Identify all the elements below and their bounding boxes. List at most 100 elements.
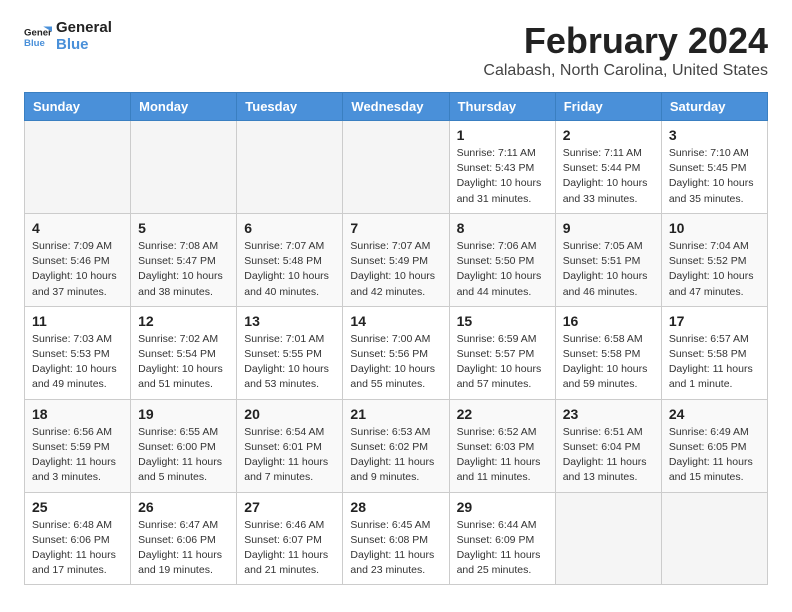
col-header-wednesday: Wednesday: [343, 93, 449, 121]
day-number: 5: [138, 220, 229, 236]
logo-general: General: [56, 20, 112, 37]
logo-blue: Blue: [56, 37, 112, 54]
day-number: 27: [244, 499, 335, 515]
day-info: Sunrise: 6:54 AM Sunset: 6:01 PM Dayligh…: [244, 425, 335, 486]
calendar-cell: 1 Sunrise: 7:11 AM Sunset: 5:43 PM Daylig…: [449, 121, 555, 214]
day-info: Sunrise: 6:57 AM Sunset: 5:58 PM Dayligh…: [669, 332, 760, 393]
day-number: 25: [32, 499, 123, 515]
day-number: 7: [350, 220, 441, 236]
col-header-thursday: Thursday: [449, 93, 555, 121]
day-info: Sunrise: 7:11 AM Sunset: 5:43 PM Dayligh…: [457, 146, 548, 207]
day-info: Sunrise: 6:53 AM Sunset: 6:02 PM Dayligh…: [350, 425, 441, 486]
logo-icon: General Blue: [24, 23, 52, 51]
calendar-cell: [555, 492, 661, 585]
day-info: Sunrise: 7:10 AM Sunset: 5:45 PM Dayligh…: [669, 146, 760, 207]
day-info: Sunrise: 6:51 AM Sunset: 6:04 PM Dayligh…: [563, 425, 654, 486]
day-info: Sunrise: 6:58 AM Sunset: 5:58 PM Dayligh…: [563, 332, 654, 393]
svg-text:Blue: Blue: [24, 37, 45, 48]
calendar-cell: [343, 121, 449, 214]
calendar-cell: 25 Sunrise: 6:48 AM Sunset: 6:06 PM Dayli…: [25, 492, 131, 585]
col-header-monday: Monday: [131, 93, 237, 121]
day-info: Sunrise: 7:02 AM Sunset: 5:54 PM Dayligh…: [138, 332, 229, 393]
calendar-cell: 14 Sunrise: 7:00 AM Sunset: 5:56 PM Dayli…: [343, 306, 449, 399]
day-info: Sunrise: 6:47 AM Sunset: 6:06 PM Dayligh…: [138, 518, 229, 579]
month-title: February 2024: [483, 20, 768, 62]
calendar-cell: 10Sunrise: 7:04 AM Sunset: 5:52 PM Dayli…: [661, 213, 767, 306]
calendar-cell: 27 Sunrise: 6:46 AM Sunset: 6:07 PM Dayli…: [237, 492, 343, 585]
calendar-cell: 12Sunrise: 7:02 AM Sunset: 5:54 PM Dayli…: [131, 306, 237, 399]
calendar-cell: 16 Sunrise: 6:58 AM Sunset: 5:58 PM Dayli…: [555, 306, 661, 399]
calendar-cell: [131, 121, 237, 214]
calendar-cell: 3Sunrise: 7:10 AM Sunset: 5:45 PM Daylig…: [661, 121, 767, 214]
calendar-cell: 7 Sunrise: 7:07 AM Sunset: 5:49 PM Daylig…: [343, 213, 449, 306]
day-number: 11: [32, 313, 123, 329]
day-info: Sunrise: 6:45 AM Sunset: 6:08 PM Dayligh…: [350, 518, 441, 579]
day-info: Sunrise: 6:48 AM Sunset: 6:06 PM Dayligh…: [32, 518, 123, 579]
calendar-cell: [237, 121, 343, 214]
day-info: Sunrise: 7:07 AM Sunset: 5:48 PM Dayligh…: [244, 239, 335, 300]
calendar-cell: [25, 121, 131, 214]
calendar-table: SundayMondayTuesdayWednesdayThursdayFrid…: [24, 92, 768, 585]
day-number: 2: [563, 127, 654, 143]
calendar-cell: 18Sunrise: 6:56 AM Sunset: 5:59 PM Dayli…: [25, 399, 131, 492]
col-header-saturday: Saturday: [661, 93, 767, 121]
calendar-cell: 28 Sunrise: 6:45 AM Sunset: 6:08 PM Dayli…: [343, 492, 449, 585]
calendar-cell: 26 Sunrise: 6:47 AM Sunset: 6:06 PM Dayli…: [131, 492, 237, 585]
calendar-cell: 6Sunrise: 7:07 AM Sunset: 5:48 PM Daylig…: [237, 213, 343, 306]
day-number: 23: [563, 406, 654, 422]
calendar-week-row: 11 Sunrise: 7:03 AM Sunset: 5:53 PM Dayli…: [25, 306, 768, 399]
logo: General Blue General Blue: [24, 20, 112, 53]
day-info: Sunrise: 6:59 AM Sunset: 5:57 PM Dayligh…: [457, 332, 548, 393]
location-title: Calabash, North Carolina, United States: [483, 62, 768, 80]
calendar-cell: 13 Sunrise: 7:01 AM Sunset: 5:55 PM Dayli…: [237, 306, 343, 399]
title-block: February 2024 Calabash, North Carolina, …: [483, 20, 768, 80]
day-number: 20: [244, 406, 335, 422]
day-number: 21: [350, 406, 441, 422]
day-info: Sunrise: 7:03 AM Sunset: 5:53 PM Dayligh…: [32, 332, 123, 393]
day-info: Sunrise: 7:07 AM Sunset: 5:49 PM Dayligh…: [350, 239, 441, 300]
day-info: Sunrise: 7:01 AM Sunset: 5:55 PM Dayligh…: [244, 332, 335, 393]
day-number: 28: [350, 499, 441, 515]
day-number: 4: [32, 220, 123, 236]
day-number: 22: [457, 406, 548, 422]
calendar-cell: 23 Sunrise: 6:51 AM Sunset: 6:04 PM Dayli…: [555, 399, 661, 492]
day-info: Sunrise: 7:08 AM Sunset: 5:47 PM Dayligh…: [138, 239, 229, 300]
day-info: Sunrise: 6:46 AM Sunset: 6:07 PM Dayligh…: [244, 518, 335, 579]
calendar-cell: [661, 492, 767, 585]
day-number: 14: [350, 313, 441, 329]
day-number: 9: [563, 220, 654, 236]
day-info: Sunrise: 7:00 AM Sunset: 5:56 PM Dayligh…: [350, 332, 441, 393]
day-number: 17: [669, 313, 760, 329]
day-number: 16: [563, 313, 654, 329]
day-number: 13: [244, 313, 335, 329]
calendar-week-row: 1 Sunrise: 7:11 AM Sunset: 5:43 PM Daylig…: [25, 121, 768, 214]
day-info: Sunrise: 6:55 AM Sunset: 6:00 PM Dayligh…: [138, 425, 229, 486]
calendar-cell: 2 Sunrise: 7:11 AM Sunset: 5:44 PM Daylig…: [555, 121, 661, 214]
day-number: 29: [457, 499, 548, 515]
day-info: Sunrise: 6:44 AM Sunset: 6:09 PM Dayligh…: [457, 518, 548, 579]
day-info: Sunrise: 6:52 AM Sunset: 6:03 PM Dayligh…: [457, 425, 548, 486]
day-info: Sunrise: 7:06 AM Sunset: 5:50 PM Dayligh…: [457, 239, 548, 300]
calendar-week-row: 18Sunrise: 6:56 AM Sunset: 5:59 PM Dayli…: [25, 399, 768, 492]
day-info: Sunrise: 6:49 AM Sunset: 6:05 PM Dayligh…: [669, 425, 760, 486]
page-header: General Blue General Blue February 2024 …: [24, 20, 768, 80]
day-number: 18: [32, 406, 123, 422]
calendar-cell: 15Sunrise: 6:59 AM Sunset: 5:57 PM Dayli…: [449, 306, 555, 399]
calendar-cell: 19 Sunrise: 6:55 AM Sunset: 6:00 PM Dayli…: [131, 399, 237, 492]
calendar-cell: 4 Sunrise: 7:09 AM Sunset: 5:46 PM Daylig…: [25, 213, 131, 306]
day-number: 8: [457, 220, 548, 236]
calendar-cell: 11 Sunrise: 7:03 AM Sunset: 5:53 PM Dayli…: [25, 306, 131, 399]
day-number: 24: [669, 406, 760, 422]
calendar-cell: 8 Sunrise: 7:06 AM Sunset: 5:50 PM Daylig…: [449, 213, 555, 306]
day-info: Sunrise: 7:09 AM Sunset: 5:46 PM Dayligh…: [32, 239, 123, 300]
col-header-tuesday: Tuesday: [237, 93, 343, 121]
day-info: Sunrise: 7:04 AM Sunset: 5:52 PM Dayligh…: [669, 239, 760, 300]
day-number: 19: [138, 406, 229, 422]
col-header-sunday: Sunday: [25, 93, 131, 121]
calendar-header-row: SundayMondayTuesdayWednesdayThursdayFrid…: [25, 93, 768, 121]
day-info: Sunrise: 7:11 AM Sunset: 5:44 PM Dayligh…: [563, 146, 654, 207]
day-number: 26: [138, 499, 229, 515]
calendar-week-row: 4 Sunrise: 7:09 AM Sunset: 5:46 PM Daylig…: [25, 213, 768, 306]
day-number: 1: [457, 127, 548, 143]
calendar-cell: 29 Sunrise: 6:44 AM Sunset: 6:09 PM Dayli…: [449, 492, 555, 585]
